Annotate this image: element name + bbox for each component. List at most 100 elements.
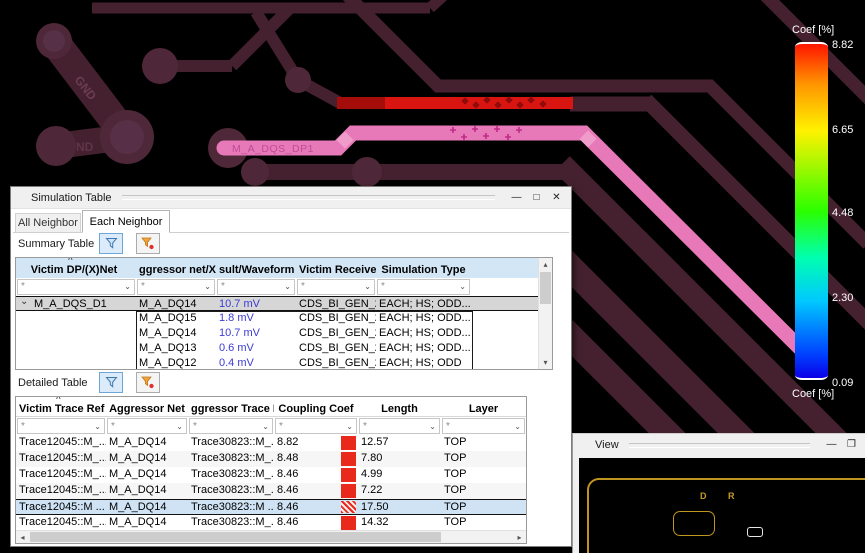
detailed-horizontal-scrollbar[interactable]: ◂ ▸: [16, 530, 526, 543]
table-row[interactable]: Trace12045::M_... M_A_DQ14 Trace30823::M…: [16, 467, 526, 483]
scrollbar-thumb[interactable]: [540, 272, 551, 304]
expand-arrow-icon[interactable]: ⌄: [20, 297, 28, 309]
table-row[interactable]: M_A_DQ14 10.7 mV CDS_BI_GEN_2P... EACH; …: [16, 326, 552, 341]
filter-star: *: [279, 420, 283, 432]
filter-input[interactable]: * ⌄: [137, 279, 215, 295]
result-waveform-link[interactable]: 10.7 mV: [216, 326, 296, 341]
simulation-table-window: Simulation Table — □ ✕ All Neighbor Each…: [10, 186, 572, 547]
chevron-down-icon: ⌄: [94, 421, 101, 431]
table-row[interactable]: Trace12045::M_... M_A_DQ14 Trace30823::M…: [16, 451, 526, 467]
filter-funnel-icon: [104, 238, 118, 249]
result-waveform-link[interactable]: 0.4 mV: [216, 356, 296, 369]
clear-filter-funnel-icon: [141, 237, 155, 250]
tab-all-neighbor[interactable]: All Neighbor: [15, 213, 81, 232]
scroll-down-icon[interactable]: ▾: [539, 356, 552, 369]
filter-star: *: [301, 281, 305, 292]
filter-star: *: [381, 281, 385, 292]
maximize-icon[interactable]: □: [528, 190, 545, 206]
view-canvas[interactable]: D R: [579, 458, 865, 553]
view-window: View — ❐ D R: [572, 433, 865, 553]
column-header-victim-trace[interactable]: Victim Trace Ref: [16, 397, 106, 416]
filter-input[interactable]: * ⌄: [107, 418, 187, 434]
filter-star: *: [193, 420, 197, 432]
victim-trace-value: Trace12045::M ...: [19, 501, 105, 513]
aggressor-net-value: M_A_DQ15: [139, 312, 197, 324]
pink-net-label: M_A_DQS_DP1: [232, 143, 314, 155]
column-header-coupling-coef[interactable]: Coupling Coef: [274, 397, 358, 416]
table-row-selected[interactable]: Trace12045::M ... M_A_DQ14 Trace30823::M…: [16, 499, 526, 515]
scrollbar-thumb[interactable]: [30, 532, 441, 542]
table-row[interactable]: Trace12045::M_... M_A_DQ14 Trace30823::M…: [16, 435, 526, 451]
simulation-table-titlebar[interactable]: Simulation Table — □ ✕: [11, 187, 571, 209]
sort-asc-icon: ˄: [68, 257, 73, 263]
aggressor-trace-value: Trace30823::M ...: [191, 501, 274, 513]
filter-input[interactable]: * ⌄: [189, 418, 273, 434]
column-header-aggressor-net[interactable]: Aggressor Net: [106, 397, 188, 416]
coef-heat-bar: [341, 484, 356, 498]
minimize-icon[interactable]: —: [508, 190, 525, 206]
filter-input[interactable]: * ⌄: [17, 418, 105, 434]
summary-table-label: Summary Table: [18, 238, 95, 250]
column-header-result-waveform[interactable]: sult/Waveform L: [216, 258, 296, 278]
victim-net-value: M_A_DQS_D1: [34, 298, 107, 310]
detailed-table-label: Detailed Table: [18, 377, 88, 389]
table-row[interactable]: M_A_DQ12 0.4 mV CDS_BI_GEN_2P EACH; HS; …: [16, 356, 552, 369]
filter-input[interactable]: * ⌄: [359, 418, 440, 434]
table-row[interactable]: Trace12045::M_... M_A_DQ14 Trace30823::M…: [16, 515, 526, 531]
scroll-up-icon[interactable]: ▴: [539, 258, 552, 271]
column-header-layer[interactable]: Layer: [441, 397, 526, 416]
filter-star: *: [363, 420, 367, 432]
table-row[interactable]: Trace12045::M_... M_A_DQ14 Trace30823::M…: [16, 483, 526, 499]
column-header-simulation-type[interactable]: Simulation Type: [376, 258, 471, 278]
detailed-clear-filter-button[interactable]: [136, 372, 160, 393]
nd-net-label: ND: [76, 140, 94, 154]
result-waveform-link[interactable]: 1.8 mV: [216, 311, 296, 326]
aggressor-trace-value: Trace30823::M_...: [191, 436, 274, 448]
red-highlighted-trace[interactable]: [337, 96, 573, 109]
length-value: 7.80: [361, 452, 383, 464]
length-value: 7.22: [361, 484, 383, 496]
length-value: 14.32: [361, 516, 389, 528]
result-waveform-link[interactable]: 10.7 mV: [216, 297, 296, 310]
aggressor-trace-value: Trace30823::M_...: [191, 516, 274, 528]
layer-value: TOP: [444, 468, 467, 480]
detailed-filter-button[interactable]: [99, 372, 123, 393]
view-titlebar[interactable]: View — ❐: [573, 434, 865, 456]
filter-input[interactable]: * ⌄: [442, 418, 525, 434]
victim-net-value: [16, 356, 136, 369]
table-row[interactable]: ⌄ M_A_DQS_D1 M_A_DQ14 10.7 mV CDS_BI_GEN…: [16, 296, 552, 311]
aggressor-trace-value: Trace30823::M_...: [191, 484, 274, 496]
close-icon[interactable]: ✕: [548, 190, 565, 206]
table-row[interactable]: M_A_DQ13 0.6 mV CDS_BI_GEN_2P... EACH; H…: [16, 341, 552, 356]
filter-star: *: [21, 420, 25, 432]
summary-filter-button[interactable]: [99, 233, 123, 254]
scroll-right-icon[interactable]: ▸: [513, 531, 526, 543]
filter-input[interactable]: * ⌄: [275, 418, 357, 434]
scroll-left-icon[interactable]: ◂: [16, 531, 29, 543]
filter-input[interactable]: * ⌄: [17, 279, 135, 295]
column-header-aggressor-net[interactable]: ggressor net/Xn: [136, 258, 216, 278]
column-header-victim-receiver[interactable]: Victim Receiver: [296, 258, 376, 278]
chevron-down-icon: ⌄: [514, 421, 521, 431]
chevron-down-icon: ⌄: [459, 282, 466, 291]
result-waveform-link[interactable]: 0.6 mV: [216, 341, 296, 356]
component-outline: [673, 511, 715, 536]
chevron-down-icon: ⌄: [204, 282, 211, 291]
filter-input[interactable]: * ⌄: [377, 279, 470, 295]
chevron-down-icon: ⌄: [262, 421, 269, 431]
tab-each-neighbor[interactable]: Each Neighbor: [82, 210, 170, 233]
aggressor-net-value: M_A_DQ12: [139, 357, 197, 369]
summary-filter-row: * ⌄ * ⌄ * ⌄ * ⌄ * ⌄: [16, 278, 552, 296]
column-header-victim-net[interactable]: Victim DP/(X)Net: [16, 258, 136, 278]
filter-input[interactable]: * ⌄: [217, 279, 295, 295]
table-row[interactable]: M_A_DQ15 1.8 mV CDS_BI_GEN_2P... EACH; H…: [16, 311, 552, 326]
column-header-aggressor-trace[interactable]: ggressor Trace R: [188, 397, 274, 416]
window-title: View: [595, 439, 619, 451]
summary-clear-filter-button[interactable]: [136, 233, 160, 254]
float-icon[interactable]: ❐: [843, 437, 860, 453]
summary-vertical-scrollbar[interactable]: ▴ ▾: [538, 258, 552, 369]
minimize-icon[interactable]: —: [823, 437, 840, 453]
filter-input[interactable]: * ⌄: [297, 279, 375, 295]
column-header-length[interactable]: Length: [358, 397, 441, 416]
aggressor-net-value: M_A_DQ14: [139, 327, 197, 339]
